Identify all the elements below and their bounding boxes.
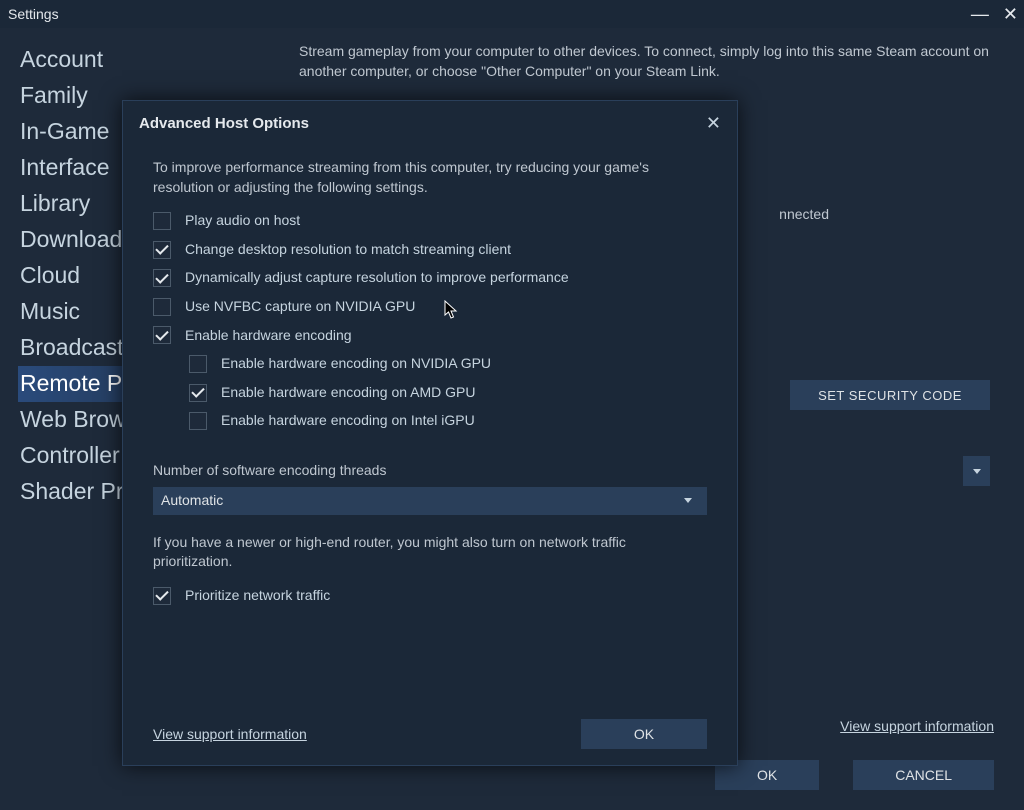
window-title: Settings (8, 6, 59, 22)
checkbox[interactable] (189, 412, 207, 430)
bottom-buttons: OK CANCEL (715, 760, 994, 790)
ok-button[interactable]: OK (581, 719, 707, 749)
checkbox[interactable] (153, 326, 171, 344)
close-icon[interactable]: ✕ (706, 113, 721, 134)
close-icon[interactable]: ✕ (1003, 5, 1018, 23)
check-label: Prioritize network traffic (185, 586, 330, 606)
view-support-link[interactable]: View support information (153, 726, 307, 742)
sidebar-item-account[interactable]: Account (18, 42, 275, 78)
advanced-host-options-dialog: Advanced Host Options ✕ To improve perfo… (122, 100, 738, 766)
check-label: Dynamically adjust capture resolution to… (185, 268, 569, 288)
host-options-dropdown[interactable] (760, 456, 990, 486)
remote-play-description: Stream gameplay from your computer to ot… (299, 42, 1004, 81)
threads-value: Automatic (161, 491, 223, 511)
check-hw-intel[interactable]: Enable hardware encoding on Intel iGPU (153, 411, 707, 431)
check-label: Change desktop resolution to match strea… (185, 240, 511, 260)
threads-label: Number of software encoding threads (153, 461, 707, 481)
checkbox[interactable] (153, 587, 171, 605)
check-label: Use NVFBC capture on NVIDIA GPU (185, 297, 415, 317)
checkbox[interactable] (153, 269, 171, 287)
dialog-intro: To improve performance streaming from th… (153, 158, 707, 197)
chevron-down-icon (677, 490, 699, 512)
titlebar: Settings — ✕ (0, 0, 1024, 28)
check-dynamic-resolution[interactable]: Dynamically adjust capture resolution to… (153, 268, 707, 288)
check-hw-amd[interactable]: Enable hardware encoding on AMD GPU (153, 383, 707, 403)
minimize-icon[interactable]: — (971, 5, 989, 23)
chevron-down-icon (973, 469, 981, 474)
check-nvfbc[interactable]: Use NVFBC capture on NVIDIA GPU (153, 297, 707, 317)
dropdown-button[interactable] (962, 456, 990, 486)
dialog-header: Advanced Host Options ✕ (123, 101, 737, 138)
check-label: Play audio on host (185, 211, 300, 231)
check-hw-nvidia[interactable]: Enable hardware encoding on NVIDIA GPU (153, 354, 707, 374)
check-prioritize-network[interactable]: Prioritize network traffic (153, 586, 707, 606)
checkbox[interactable] (153, 241, 171, 259)
dialog-body: To improve performance streaming from th… (123, 138, 737, 622)
titlebar-controls: — ✕ (971, 5, 1018, 23)
threads-select[interactable]: Automatic (153, 487, 707, 515)
check-label: Enable hardware encoding (185, 326, 352, 346)
check-label: Enable hardware encoding on NVIDIA GPU (221, 354, 491, 374)
checkbox[interactable] (153, 212, 171, 230)
cancel-button[interactable]: CANCEL (853, 760, 994, 790)
dialog-title: Advanced Host Options (139, 115, 309, 132)
dialog-footer: View support information OK (153, 719, 707, 749)
check-change-resolution[interactable]: Change desktop resolution to match strea… (153, 240, 707, 260)
set-security-code-button[interactable]: SET SECURITY CODE (790, 380, 990, 410)
connected-label: nnected (779, 206, 829, 222)
checkbox[interactable] (153, 298, 171, 316)
router-note: If you have a newer or high-end router, … (153, 533, 707, 572)
check-play-audio[interactable]: Play audio on host (153, 211, 707, 231)
view-support-link[interactable]: View support information (840, 718, 994, 734)
check-hw-encoding[interactable]: Enable hardware encoding (153, 326, 707, 346)
check-label: Enable hardware encoding on Intel iGPU (221, 411, 475, 431)
check-label: Enable hardware encoding on AMD GPU (221, 383, 475, 403)
checkbox[interactable] (189, 355, 207, 373)
checkbox[interactable] (189, 384, 207, 402)
